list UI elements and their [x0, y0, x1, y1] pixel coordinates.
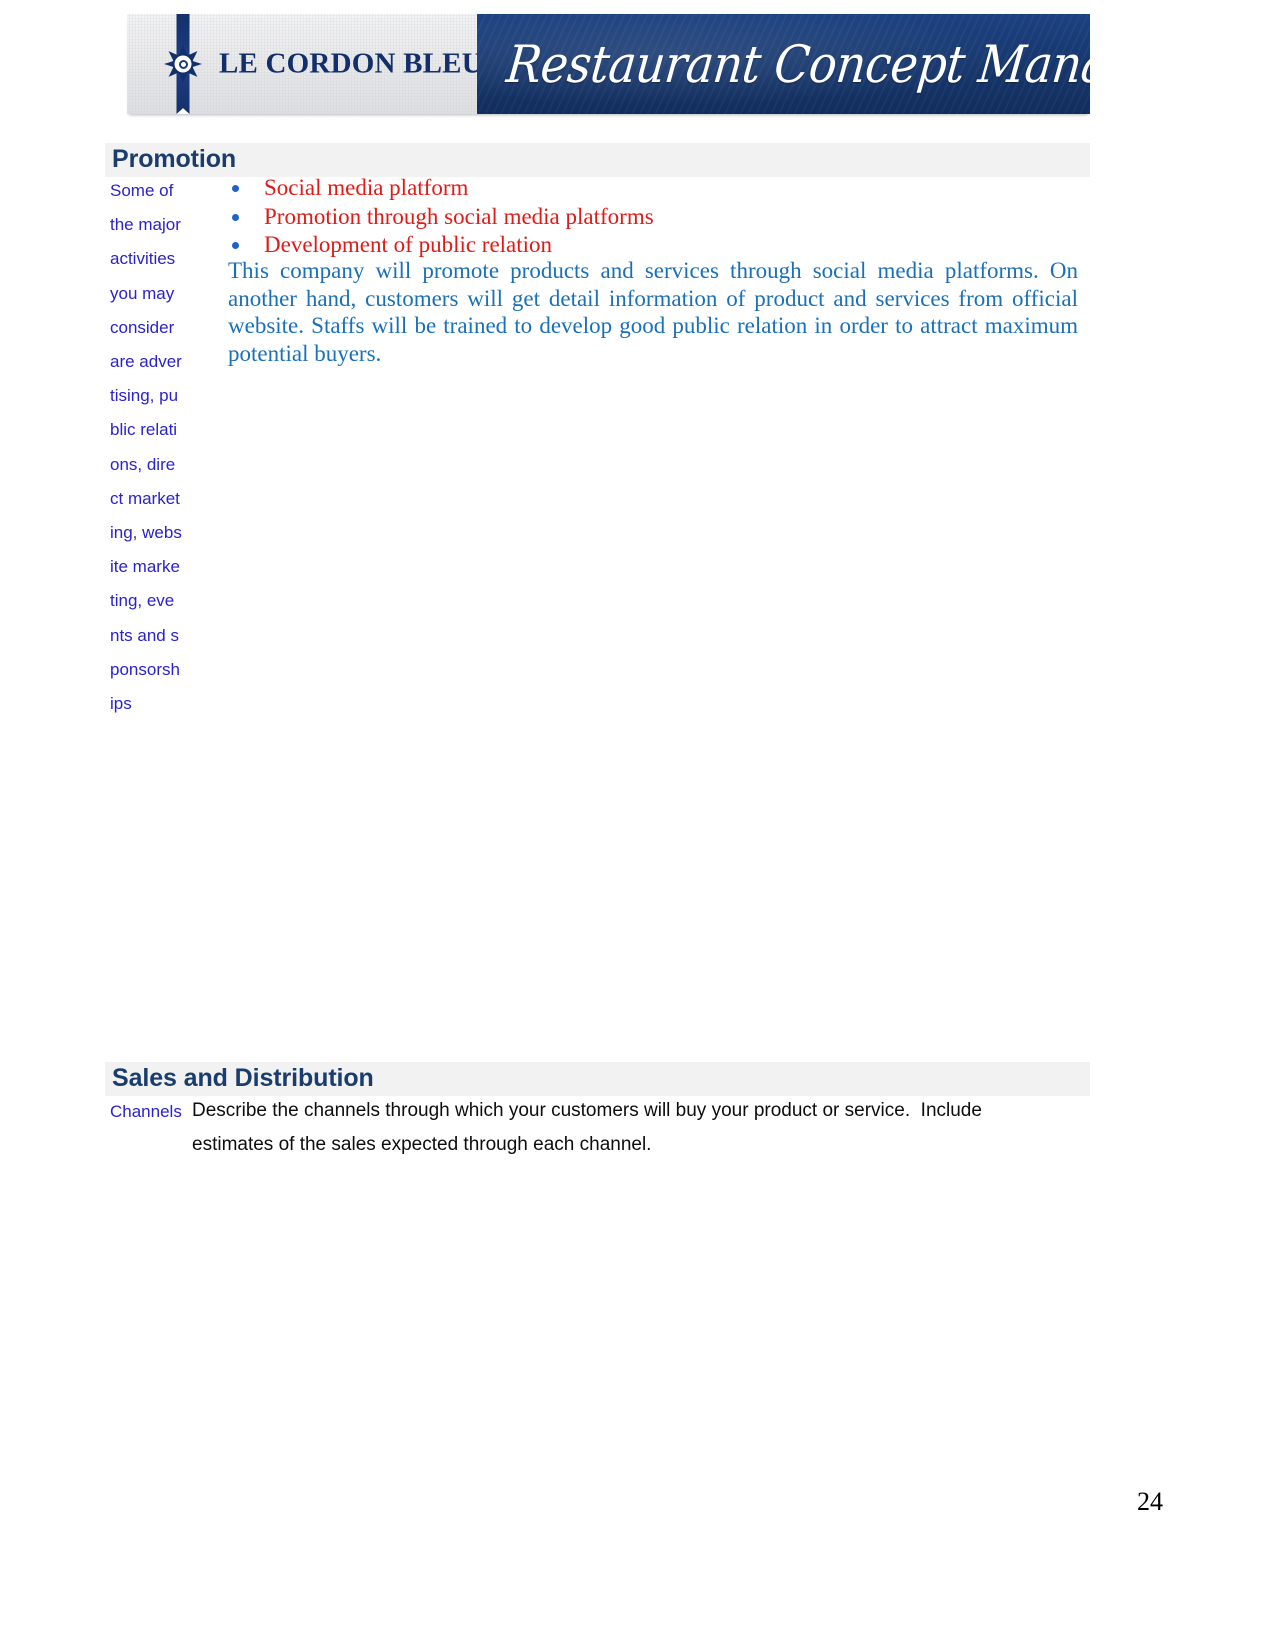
list-item: Social media platform [228, 174, 1090, 202]
page-number: 24 [1137, 1487, 1163, 1516]
sales-heading-text: Sales and Distribution [112, 1064, 374, 1092]
section-heading-promotion: Promotion [105, 143, 1090, 177]
list-item: Development of public relation [228, 231, 1090, 259]
page-header-banner: LE CORDON BLEU® Restaurant Concept Manag… [127, 14, 1090, 114]
brand-name-text: LE CORDON BLEU [219, 47, 477, 80]
banner-logo-panel: LE CORDON BLEU® [127, 14, 477, 114]
promotion-heading-text: Promotion [112, 145, 237, 173]
document-page: LE CORDON BLEU® Restaurant Concept Manag… [0, 0, 1275, 1651]
sales-description-paragraph: Describe the channels through which your… [192, 1100, 988, 1155]
banner-title-text: Restaurant Concept Management [503, 33, 1090, 95]
promotion-sidebar-note: Some of the major activities you may con… [110, 181, 182, 714]
brand-wordmark: LE CORDON BLEU® [219, 48, 477, 81]
list-item: Promotion through social media platforms [228, 203, 1090, 231]
sales-sidebar-note: Channels [110, 1102, 182, 1121]
section-heading-sales-and-distribution: Sales and Distribution [105, 1062, 1090, 1096]
banner-title-panel: Restaurant Concept Management [477, 14, 1090, 114]
promotion-bullet-list: Social media platform Promotion through … [228, 174, 1090, 260]
cordon-bleu-crest-icon [163, 14, 203, 114]
promotion-body-paragraph: This company will promote products and s… [228, 258, 1078, 366]
